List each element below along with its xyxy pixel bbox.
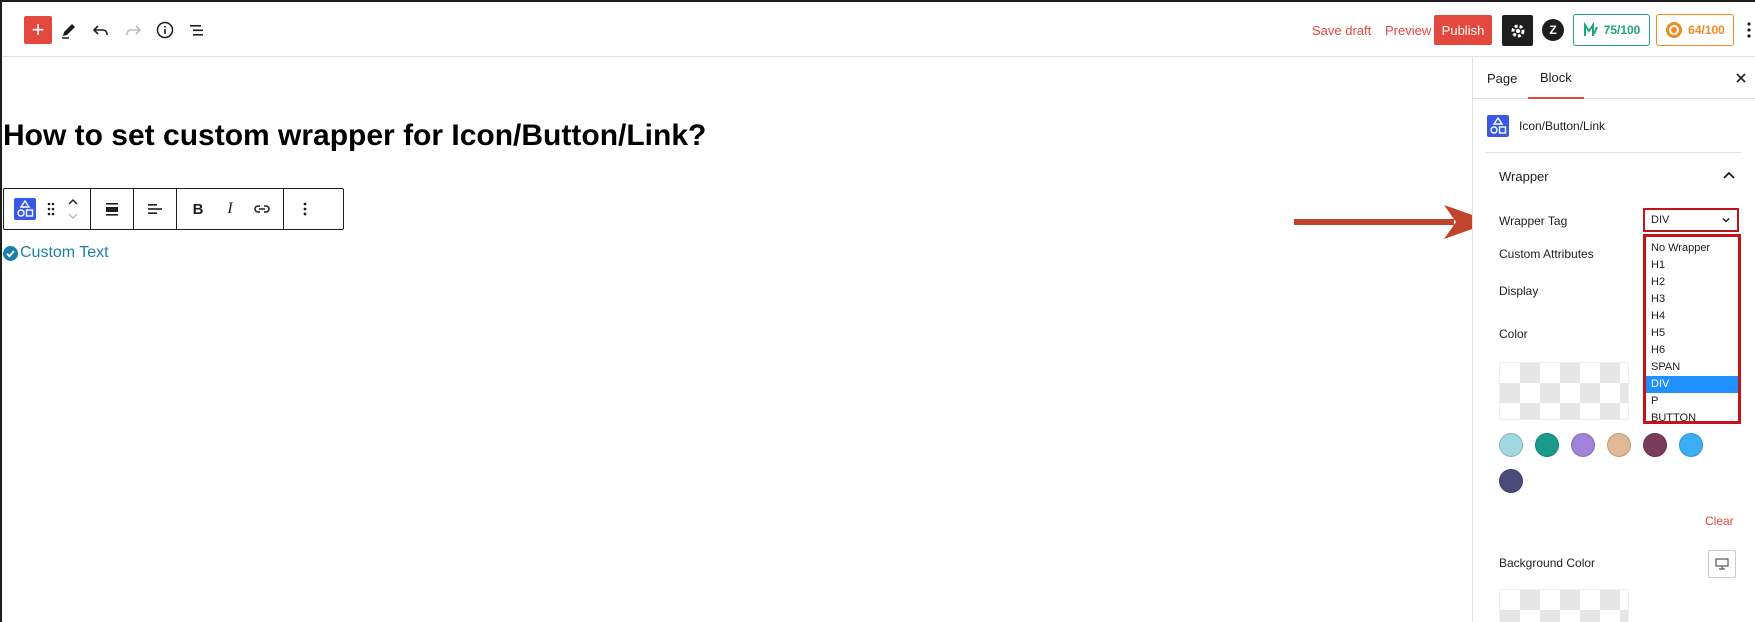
page-title[interactable]: How to set custom wrapper for Icon/Butto… [3, 119, 706, 153]
option-button[interactable]: BUTTON [1646, 410, 1738, 427]
color-label: Color [1499, 327, 1528, 341]
background-color-label: Background Color [1499, 556, 1596, 570]
option-h2[interactable]: H2 [1646, 274, 1738, 291]
color-swatch[interactable] [1643, 433, 1667, 457]
pencil-icon [62, 24, 75, 39]
seo-score-value: 75/100 [1603, 23, 1641, 37]
undo-icon [92, 25, 108, 35]
option-p[interactable]: P [1646, 393, 1738, 410]
block-toolbar: B I [3, 188, 344, 230]
italic-button[interactable]: I [215, 193, 245, 225]
annotation-arrow [1294, 205, 1492, 239]
align-left-icon [148, 204, 162, 214]
block-align-group [91, 189, 134, 229]
custom-text-label[interactable]: Custom Text [20, 244, 109, 262]
tab-block[interactable]: Block [1528, 57, 1584, 99]
more-group [284, 189, 326, 229]
link-button[interactable] [247, 193, 277, 225]
icon-button-link-block[interactable]: Custom Text [3, 244, 109, 262]
wrapper-panel-title[interactable]: Wrapper [1499, 169, 1549, 184]
list-view-icon [190, 25, 203, 36]
publish-button[interactable]: Publish [1434, 15, 1492, 45]
add-block-button[interactable]: + [24, 16, 52, 44]
seo-logo-icon [1583, 22, 1598, 36]
close-sidebar-button[interactable] [1731, 68, 1751, 88]
block-card-title: Icon/Button/Link [1519, 119, 1606, 133]
seo-score-badge[interactable]: 75/100 [1573, 14, 1650, 46]
move-buttons [62, 193, 84, 225]
chevron-up-icon[interactable] [68, 199, 78, 205]
block-align-button[interactable] [97, 193, 127, 225]
block-type-button[interactable] [10, 193, 40, 225]
color-swatch[interactable] [1607, 433, 1631, 457]
drag-icon [47, 202, 55, 216]
text-align-button[interactable] [140, 193, 170, 225]
option-div[interactable]: DIV [1646, 376, 1738, 393]
option-h4[interactable]: H4 [1646, 308, 1738, 325]
plus-icon: + [31, 17, 45, 42]
check-circle-icon [3, 245, 18, 261]
more-vertical-icon [303, 202, 307, 216]
preview-button[interactable]: Preview [1385, 19, 1431, 41]
list-view-button[interactable] [183, 16, 211, 44]
custom-attributes-label[interactable]: Custom Attributes [1499, 247, 1594, 261]
option-h6[interactable]: H6 [1646, 342, 1738, 359]
shapes-icon [14, 198, 36, 220]
option-no-wrapper[interactable]: No Wrapper [1646, 240, 1738, 257]
color-swatch[interactable] [1571, 433, 1595, 457]
option-span[interactable]: SPAN [1646, 359, 1738, 376]
rank-logo-icon [1666, 22, 1683, 38]
color-preview[interactable] [1499, 362, 1629, 420]
background-color-preview[interactable] [1499, 589, 1629, 622]
editor-top-toolbar: + Save draft Preview Publish Z 75/100 64… [2, 2, 1755, 57]
align-center-icon [106, 203, 118, 216]
chevron-down-icon[interactable] [68, 213, 78, 219]
gear-icon [1511, 24, 1524, 37]
save-draft-button[interactable]: Save draft [1312, 19, 1371, 41]
redo-button[interactable] [119, 16, 147, 44]
color-swatch[interactable] [1535, 433, 1559, 457]
wrapper-tag-options: No Wrapper H1 H2 H3 H4 H5 H6 SPAN DIV P … [1643, 234, 1741, 424]
block-options-button[interactable] [290, 193, 320, 225]
chevron-down-icon [1722, 217, 1730, 223]
option-h1[interactable]: H1 [1646, 257, 1738, 274]
block-card: Icon/Button/Link [1487, 115, 1605, 137]
link-icon [254, 205, 270, 213]
chevron-up-icon[interactable] [1721, 168, 1737, 184]
settings-sidebar: Page Block Icon/Button/Link Wrapper Wrap… [1472, 57, 1755, 622]
block-switcher-group [4, 189, 91, 229]
plugin-logo-icon[interactable]: Z [1542, 19, 1564, 41]
color-swatch[interactable] [1499, 433, 1523, 457]
wrapper-tag-select[interactable]: DIV [1643, 208, 1739, 232]
edit-tool-button[interactable] [55, 16, 83, 44]
option-h5[interactable]: H5 [1646, 325, 1738, 342]
device-toggle-button[interactable] [1708, 550, 1736, 578]
details-button[interactable] [151, 16, 179, 44]
divider [1485, 152, 1741, 153]
readability-score-badge[interactable]: 64/100 [1656, 14, 1734, 46]
sidebar-tabs: Page Block [1473, 57, 1755, 99]
desktop-icon [1715, 558, 1729, 570]
clear-color-button[interactable]: Clear [1705, 514, 1734, 528]
undo-button[interactable] [87, 16, 115, 44]
tab-page[interactable]: Page [1487, 57, 1517, 99]
info-icon [156, 21, 174, 39]
option-h3[interactable]: H3 [1646, 291, 1738, 308]
drag-handle[interactable] [42, 193, 60, 225]
wrapper-tag-label: Wrapper Tag [1499, 214, 1568, 228]
format-group: B I [177, 189, 284, 229]
wrapper-tag-value: DIV [1651, 214, 1670, 226]
close-icon [1736, 73, 1746, 83]
text-align-group [134, 189, 177, 229]
bold-button[interactable]: B [183, 193, 213, 225]
color-swatch[interactable] [1679, 433, 1703, 457]
shapes-icon [1487, 115, 1509, 137]
display-label: Display [1499, 284, 1539, 298]
color-swatch[interactable] [1499, 469, 1523, 493]
redo-icon [126, 25, 142, 35]
readability-score-value: 64/100 [1688, 23, 1725, 37]
options-button[interactable] [1742, 16, 1755, 44]
more-vertical-icon [1747, 22, 1751, 38]
settings-button[interactable] [1502, 15, 1533, 46]
